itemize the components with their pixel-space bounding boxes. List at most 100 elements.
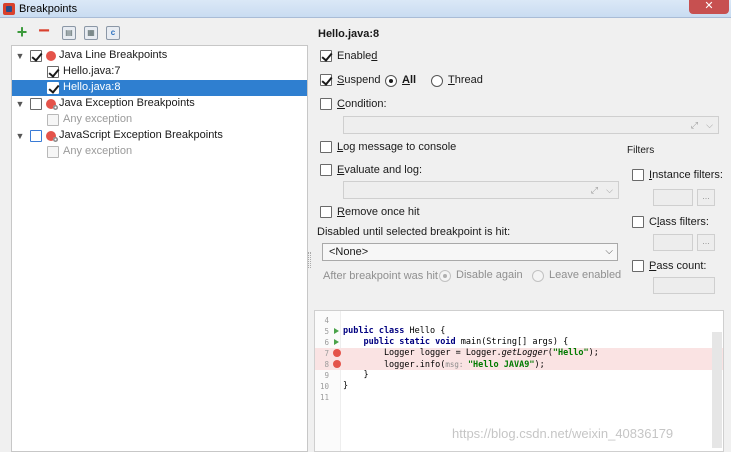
group-by-file-icon[interactable]: ▦ [84,26,98,40]
condition-checkbox-box[interactable] [320,98,332,110]
disable-again-radio-dot[interactable] [439,270,451,282]
exception-breakpoint-icon [46,99,58,110]
group-by-class-icon[interactable]: c [106,26,120,40]
app-icon [3,3,15,15]
enabled-checkbox-box[interactable] [320,50,332,62]
any-exception-checkbox[interactable] [47,114,59,126]
breakpoints-tree[interactable]: ▼ Java Line Breakpoints Hello.java:7 Hel… [11,45,308,452]
suspend-checkbox[interactable]: Suspend [320,73,395,89]
leave-enabled-radio[interactable]: Leave enabled [532,268,621,284]
watermark: https://blog.csdn.net/weixin_40836179 [452,426,674,441]
run-gutter-icon[interactable] [334,328,339,334]
class-filters-label: Class filters: [649,216,709,228]
line-number: 11 [319,393,329,402]
enabled-checkbox[interactable]: Enabled [320,49,400,65]
suspend-label: Suspend [337,74,381,86]
tree-node-label: Any exception [63,145,133,157]
hello-java-7-checkbox[interactable] [47,66,59,78]
evaluate-and-log-checkbox-box[interactable] [320,164,332,176]
condition-label: Condition: [337,98,387,110]
disable-again-label: Disable again [456,269,523,281]
instance-filters-checkbox-box[interactable] [632,169,644,181]
pass-count-checkbox-box[interactable] [632,260,644,272]
collapse-arrow-icon[interactable]: ▼ [15,99,25,109]
condition-input[interactable]: ⤢ ⌵ [343,116,719,134]
evaluate-and-log-label: Evaluate and log: [337,164,423,176]
code-text: public static void main(String[] args) { [363,337,569,347]
tree-node-hello-java-7[interactable]: Hello.java:7 [12,64,307,80]
log-message-checkbox[interactable]: Log message to console [320,140,456,156]
line-number: 7 [324,349,329,358]
window-title: Breakpoints [19,3,78,15]
editor-vertical-scrollbar[interactable] [712,332,722,448]
tree-node-hello-java-8[interactable]: Hello.java:8 [12,80,307,96]
collapse-arrow-icon[interactable]: ▼ [15,131,25,141]
class-filters-more-button[interactable]: ... [697,234,715,251]
tree-node-javascript-exception-breakpoints[interactable]: ▼ JavaScript Exception Breakpoints [12,128,307,144]
java-line-breakpoints-checkbox[interactable] [30,50,42,62]
add-breakpoint-button[interactable]: + [15,23,29,41]
code-line: 9 } [315,370,723,381]
leave-enabled-radio-dot[interactable] [532,270,544,282]
class-filters-checkbox[interactable]: Class filters: [632,215,727,231]
group-by-package-icon[interactable]: ▤ [62,26,76,40]
class-filters-checkbox-box[interactable] [632,216,644,228]
disabled-until-select[interactable]: <None> ⌵ [322,243,618,261]
condition-checkbox[interactable]: Condition: [320,97,400,113]
disabled-until-label: Disabled until selected breakpoint is hi… [317,226,511,238]
code-text: public class Hello { [343,326,446,336]
instance-filters-input[interactable] [653,189,693,206]
code-line: 7 Logger logger = Logger.getLogger("Hell… [315,348,723,359]
javascript-exception-breakpoints-checkbox[interactable] [30,130,42,142]
log-message-checkbox-box[interactable] [320,141,332,153]
collapse-arrow-icon[interactable]: ▼ [15,51,25,61]
tree-node-java-line-breakpoints[interactable]: ▼ Java Line Breakpoints [12,48,307,64]
class-filters-input[interactable] [653,234,693,251]
expand-editor-icon[interactable]: ⤢ [591,185,598,196]
java-exception-breakpoints-checkbox[interactable] [30,98,42,110]
run-gutter-icon[interactable] [334,339,339,345]
suspend-all-radio-dot[interactable] [385,75,397,87]
chevron-down-icon[interactable]: ⌵ [706,120,713,131]
expand-editor-icon[interactable]: ⤢ [691,120,698,131]
instance-filters-checkbox[interactable]: Instance filters: [632,168,727,184]
tree-node-label: Java Line Breakpoints [59,49,168,61]
remove-once-hit-checkbox-box[interactable] [320,206,332,218]
tree-node-java-exception-breakpoints[interactable]: ▼ Java Exception Breakpoints [12,96,307,112]
tree-node-any-exception-java[interactable]: Any exception [12,112,307,128]
code-line: 4 [315,315,723,326]
line-number: 4 [324,316,329,325]
remove-breakpoint-button[interactable]: − [37,21,51,41]
suspend-checkbox-box[interactable] [320,74,332,86]
splitter-handle[interactable] [308,252,311,268]
instance-filters-label: Instance filters: [649,169,723,181]
breakpoint-gutter-icon[interactable] [333,360,341,368]
breakpoints-toolbar: + − ▤ ▦ c [0,21,310,44]
pass-count-checkbox[interactable]: Pass count: [632,259,727,275]
hello-java-8-checkbox[interactable] [47,82,59,94]
line-number: 5 [324,327,329,336]
disable-again-radio[interactable]: Disable again [439,268,523,284]
code-line: 8 logger.info(msg: "Hello JAVA9"); [315,359,723,370]
close-button[interactable]: ✕ [689,0,729,14]
remove-once-hit-checkbox[interactable]: Remove once hit [320,205,420,221]
chevron-down-icon[interactable]: ⌵ [606,185,613,196]
tree-node-any-exception-js[interactable]: Any exception [12,144,307,160]
any-exception-checkbox[interactable] [47,146,59,158]
evaluate-and-log-checkbox[interactable]: Evaluate and log: [320,163,423,179]
evaluate-expression-input[interactable]: ⤢ ⌵ [343,181,619,199]
tree-node-label: Any exception [63,113,133,125]
log-message-label: Log message to console [337,141,457,153]
suspend-thread-radio[interactable]: Thread [431,73,491,89]
line-number: 9 [324,371,329,380]
code-line: 5 public class Hello { [315,326,723,337]
chevron-down-icon[interactable]: ⌵ [605,246,613,257]
pass-count-input[interactable] [653,277,715,294]
line-number: 6 [324,338,329,347]
breakpoint-gutter-icon[interactable] [333,349,341,357]
suspend-all-radio[interactable]: All [385,73,425,89]
suspend-thread-radio-dot[interactable] [431,75,443,87]
filters-label: Filters [627,145,655,156]
instance-filters-more-button[interactable]: ... [697,189,715,206]
code-text: } [343,381,349,391]
